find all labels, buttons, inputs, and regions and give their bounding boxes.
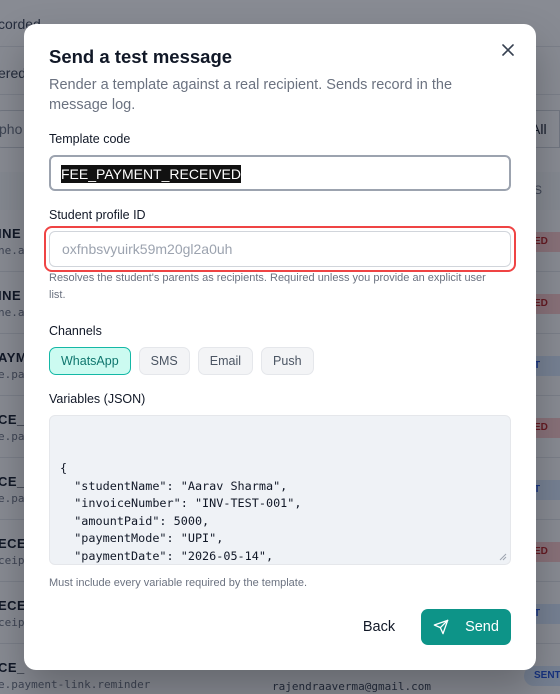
template-code-input[interactable]: FEE_PAYMENT_RECEIVED [49, 155, 511, 191]
student-profile-hint: Resolves the student's parents as recipi… [49, 272, 486, 301]
close-button[interactable] [496, 38, 520, 62]
variables-label: Variables (JSON) [49, 392, 146, 406]
channel-chip-push[interactable]: Push [261, 347, 314, 375]
student-profile-input[interactable] [49, 231, 511, 267]
send-button-label: Send [465, 619, 499, 635]
channel-chips: WhatsApp SMS Email Push [49, 347, 314, 375]
channel-chip-sms[interactable]: SMS [138, 347, 190, 375]
template-code-value: FEE_PAYMENT_RECEIVED [61, 165, 241, 183]
template-code-label: Template code [49, 132, 131, 146]
send-test-message-dialog: Send a test message Render a template ag… [24, 24, 536, 670]
variables-json: { "studentName": "Aarav Sharma", "invoic… [60, 461, 302, 563]
send-icon [433, 619, 449, 635]
resize-grip-icon[interactable] [499, 553, 507, 561]
channels-label: Channels [49, 324, 102, 338]
dialog-description: Render a template against a real recipie… [49, 77, 453, 113]
variables-textarea[interactable]: { "studentName": "Aarav Sharma", "invoic… [49, 415, 511, 565]
back-button[interactable]: Back [351, 609, 407, 645]
channel-chip-whatsapp[interactable]: WhatsApp [49, 347, 131, 375]
dialog-title: Send a test message [49, 46, 233, 67]
variables-hint: Must include every variable required by … [49, 577, 308, 589]
student-profile-label: Student profile ID [49, 208, 146, 222]
channel-chip-email[interactable]: Email [197, 347, 254, 375]
close-icon [502, 44, 514, 56]
send-button[interactable]: Send [421, 609, 511, 645]
